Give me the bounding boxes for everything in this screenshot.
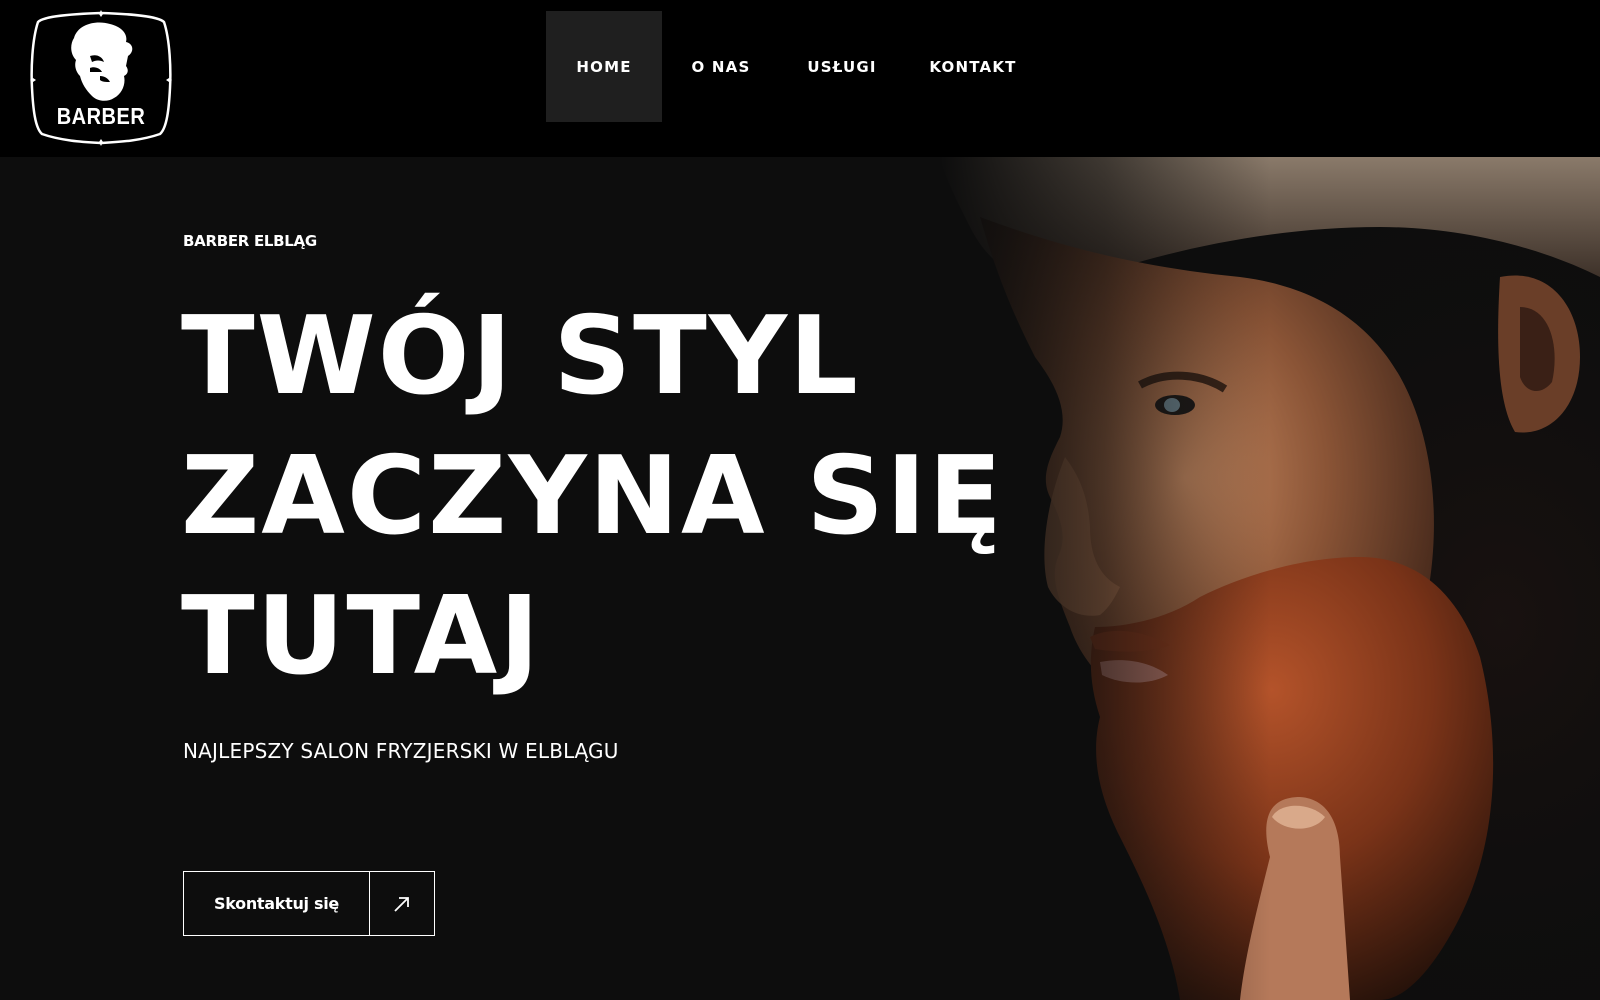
nav-item-home[interactable]: HOME: [546, 11, 662, 122]
nav-item-about[interactable]: O NAS: [662, 11, 780, 122]
hero-eyebrow: BARBER ELBLĄG: [183, 232, 317, 250]
barber-logo[interactable]: BARBER: [30, 10, 172, 146]
headline-line-3: TUTAJ: [181, 574, 542, 699]
hero-subtitle: NAJLEPSZY SALON FRYZJERSKI W ELBLĄGU: [183, 739, 619, 763]
site-header: BARBER HOME O NAS USŁUGI KONTAKT: [0, 0, 1600, 157]
hero-section: BARBER ELBLĄG TWÓJ STYL ZACZYNA SIĘ TUTA…: [0, 157, 1600, 1000]
arrow-up-right-icon[interactable]: [370, 872, 434, 935]
cta-label[interactable]: Skontaktuj się: [184, 872, 370, 935]
headline-line-2: ZACZYNA SIĘ: [181, 434, 1004, 559]
hero-headline: TWÓJ STYL ZACZYNA SIĘ TUTAJ: [181, 287, 1004, 707]
nav-item-contact[interactable]: KONTAKT: [904, 11, 1042, 122]
logo-text: BARBER: [57, 103, 146, 130]
bearded-man-profile-photo: [940, 157, 1600, 1000]
nav-item-services[interactable]: USŁUGI: [780, 11, 904, 122]
main-nav: HOME O NAS USŁUGI KONTAKT: [546, 11, 1042, 122]
headline-line-1: TWÓJ STYL: [181, 294, 860, 419]
contact-cta-button[interactable]: Skontaktuj się: [183, 871, 435, 936]
